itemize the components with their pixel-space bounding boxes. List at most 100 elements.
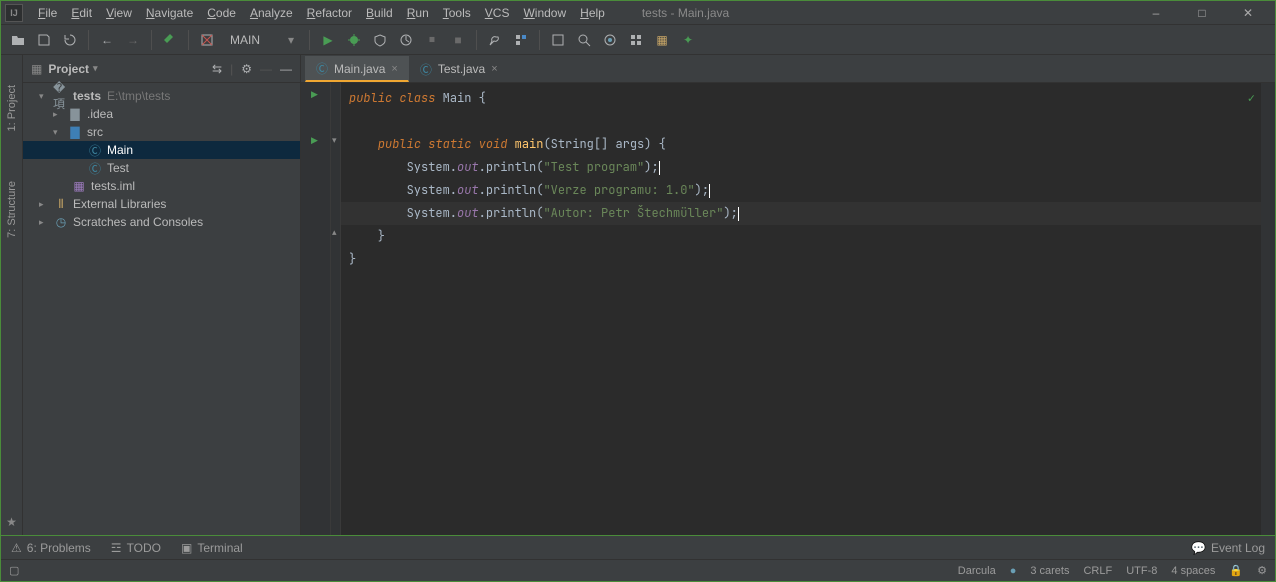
window-controls: – □ ✕ [1133, 1, 1271, 25]
window-title: tests - Main.java [642, 6, 729, 20]
save-all-icon[interactable] [33, 29, 55, 51]
forward-icon[interactable]: → [122, 29, 144, 51]
search-icon[interactable] [573, 29, 595, 51]
terminal-icon: ▣ [181, 541, 192, 555]
project-structure-icon[interactable] [510, 29, 532, 51]
maximize-button[interactable]: □ [1179, 1, 1225, 25]
java-file-icon: Ⓒ [420, 61, 432, 78]
minimize-button[interactable]: – [1133, 1, 1179, 25]
wrench-icon[interactable] [484, 29, 506, 51]
profile-icon[interactable] [395, 29, 417, 51]
menu-tools[interactable]: Tools [436, 4, 478, 22]
project-panel: ▦ Project ▾ ⇆ | ⚙ — — ▾�項 tests E:\tmp\t… [23, 55, 301, 535]
tree-test-java[interactable]: Ⓒ Test [23, 159, 300, 177]
close-icon[interactable]: × [391, 63, 397, 75]
status-encoding[interactable]: UTF-8 [1126, 565, 1157, 577]
java-file-icon: Ⓒ [316, 60, 328, 77]
status-theme-icon[interactable]: ● [1010, 565, 1017, 577]
status-lineend[interactable]: CRLF [1083, 565, 1112, 577]
inspect-icon[interactable] [599, 29, 621, 51]
menu-build[interactable]: Build [359, 4, 400, 22]
terminal-tab[interactable]: ▣ Terminal [181, 541, 243, 555]
tree-iml[interactable]: ▦ tests.iml [23, 177, 300, 195]
open-icon[interactable] [7, 29, 29, 51]
build-icon[interactable] [159, 29, 181, 51]
structure-tool-tab[interactable]: 7: Structure [6, 181, 18, 238]
close-button[interactable]: ✕ [1225, 1, 1271, 25]
gear-icon[interactable]: ⚙ [241, 62, 252, 76]
menu-window[interactable]: Window [516, 4, 573, 22]
menu-navigate[interactable]: Navigate [139, 4, 200, 22]
menu-file[interactable]: File [31, 4, 64, 22]
editor-gutter[interactable]: ▶ ▶ [301, 83, 331, 535]
status-bar: ▢ Darcula ● 3 carets CRLF UTF-8 4 spaces… [1, 559, 1275, 581]
refresh-icon[interactable] [59, 29, 81, 51]
status-indent[interactable]: 4 spaces [1171, 565, 1215, 577]
collapse-icon[interactable]: ⇆ [212, 62, 222, 76]
menu-vcs[interactable]: VCS [478, 4, 517, 22]
editor-right-gutter[interactable] [1261, 83, 1275, 535]
fold-gutter[interactable]: ▾ ▴ [331, 83, 341, 535]
debug-icon[interactable] [343, 29, 365, 51]
todo-tab[interactable]: ☲ TODO [111, 541, 161, 555]
editor-tabs: Ⓒ Main.java × Ⓒ Test.java × [301, 55, 1275, 83]
menu-view[interactable]: View [99, 4, 139, 22]
folder-icon: ▦ [31, 62, 42, 76]
stop-icon[interactable]: ■ [447, 29, 469, 51]
bookmarks-icon[interactable]: ★ [6, 515, 17, 529]
project-panel-header: ▦ Project ▾ ⇆ | ⚙ — — [23, 55, 300, 83]
fold-icon[interactable]: ▾ [332, 135, 337, 146]
editor-body[interactable]: ▶ ▶ ▾ ▴ ✓ public class Main { public sta… [301, 83, 1275, 535]
status-gear-icon[interactable]: ⚙ [1257, 564, 1267, 577]
project-panel-title[interactable]: Project ▾ [48, 62, 97, 76]
project-tool-tab[interactable]: 1: Project [6, 85, 18, 131]
tab-main-java[interactable]: Ⓒ Main.java × [305, 56, 409, 82]
tree-ext-libs[interactable]: ▸⫴ External Libraries [23, 195, 300, 213]
problems-tab[interactable]: ⚠ 6: Problems [11, 541, 91, 555]
titlebar: IJ FileEditViewNavigateCodeAnalyzeRefact… [1, 1, 1275, 25]
code-editor[interactable]: ✓ public class Main { public static void… [341, 83, 1261, 535]
menu-edit[interactable]: Edit [64, 4, 99, 22]
select-run-icon[interactable] [547, 29, 569, 51]
tree-src[interactable]: ▾▇ src [23, 123, 300, 141]
tree-root[interactable]: ▾�項 tests E:\tmp\tests [23, 87, 300, 105]
tree-main-java[interactable]: Ⓒ Main [23, 141, 300, 159]
menu-bar: FileEditViewNavigateCodeAnalyzeRefactorB… [31, 4, 612, 22]
run-config-select[interactable]: MAIN ▾ [222, 33, 302, 47]
todo-icon: ☲ [111, 541, 122, 555]
tab-test-java[interactable]: Ⓒ Test.java × [409, 56, 509, 82]
gutter-run-icon[interactable]: ▶ [311, 135, 318, 146]
coverage-icon[interactable] [369, 29, 391, 51]
run-config-icon[interactable] [196, 29, 218, 51]
status-theme[interactable]: Darcula [958, 565, 996, 577]
attach-icon[interactable]: ⏹ [421, 29, 443, 51]
menu-code[interactable]: Code [200, 4, 243, 22]
gutter-run-icon[interactable]: ▶ [311, 89, 318, 100]
back-icon[interactable]: ← [96, 29, 118, 51]
project-tree: ▾�項 tests E:\tmp\tests ▸▇ .idea ▾▇ src Ⓒ… [23, 83, 300, 235]
event-log-icon: 💬 [1191, 541, 1206, 555]
status-carets: 3 carets [1030, 565, 1069, 577]
fold-end-icon[interactable]: ▴ [332, 227, 337, 238]
database-icon[interactable]: ▦ [651, 29, 673, 51]
layout-icon[interactable] [625, 29, 647, 51]
event-log-tab[interactable]: 💬 Event Log [1191, 541, 1265, 555]
warning-icon: ⚠ [11, 541, 22, 555]
hide-icon[interactable]: — [280, 62, 292, 76]
app-icon: IJ [5, 4, 23, 22]
status-left-icon[interactable]: ▢ [9, 564, 19, 577]
main-toolbar: ← → MAIN ▾ ▶ ⏹ ■ ▦ ✦ [1, 25, 1275, 55]
menu-run[interactable]: Run [400, 4, 436, 22]
menu-analyze[interactable]: Analyze [243, 4, 300, 22]
inspection-ok-icon[interactable]: ✓ [1248, 87, 1255, 110]
tree-scratches[interactable]: ▸◷ Scratches and Consoles [23, 213, 300, 231]
menu-help[interactable]: Help [573, 4, 612, 22]
left-tool-gutter: 1: Project 7: Structure ★ [1, 55, 23, 535]
plugin-icon[interactable]: ✦ [677, 29, 699, 51]
run-icon[interactable]: ▶ [317, 29, 339, 51]
bottom-tool-bar: ⚠ 6: Problems ☲ TODO ▣ Terminal 💬 Event … [1, 535, 1275, 559]
close-icon[interactable]: × [491, 63, 497, 75]
main-area: 1: Project 7: Structure ★ ▦ Project ▾ ⇆ … [1, 55, 1275, 535]
menu-refactor[interactable]: Refactor [300, 4, 359, 22]
lock-icon[interactable]: 🔒 [1229, 564, 1243, 577]
